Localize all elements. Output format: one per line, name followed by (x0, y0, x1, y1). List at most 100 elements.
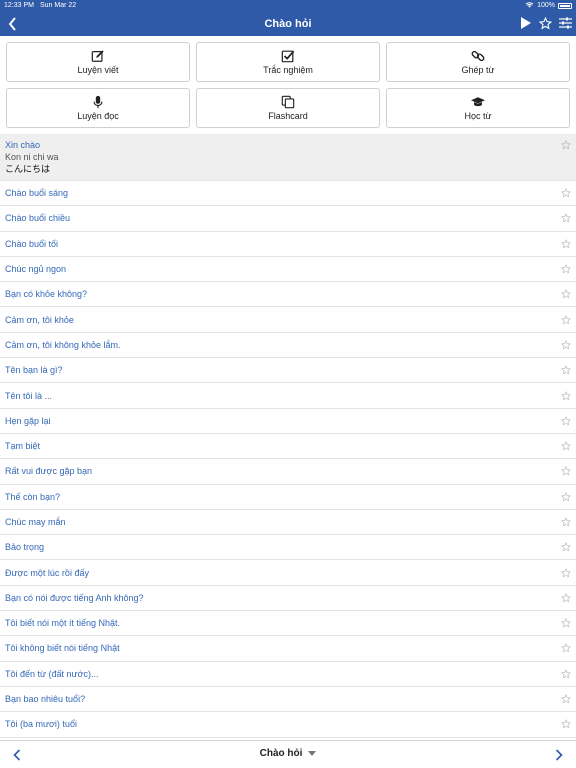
star-outline-icon[interactable] (561, 719, 571, 729)
phrase-text: Thế còn bạn? (5, 491, 61, 502)
status-time: 12:33 PM (4, 2, 34, 9)
phrase-row[interactable]: Cảm ơn, tôi khỏe (0, 307, 576, 333)
phrase-row[interactable]: Tạm biệt (0, 434, 576, 460)
phrase-text: Chào buổi sáng (5, 188, 69, 199)
phrase-row[interactable]: Tôi không biết nói tiếng Nhật (0, 636, 576, 662)
phrase-text: Tôi không biết nói tiếng Nhật (5, 643, 120, 654)
category-selector[interactable]: Chào hỏi (0, 748, 576, 759)
star-outline-icon[interactable] (561, 314, 571, 325)
phrase-text: Rất vui được gặp bạn (5, 466, 92, 477)
practice-buttons: Luyện viết Trắc nghiệm Ghép từ Luyện đọc… (6, 42, 570, 128)
flashcard-button[interactable]: Flashcard (196, 88, 380, 128)
star-outline-icon[interactable] (561, 188, 571, 198)
star-outline-icon[interactable] (561, 567, 571, 578)
phrase-text: Chúc may mắn (5, 517, 66, 527)
bottom-toolbar: Chào hỏi (0, 740, 576, 768)
status-bar: 12:33 PM Sun Mar 22 100% (0, 0, 576, 11)
phrase-row[interactable]: Thế còn bạn? (0, 485, 576, 510)
page-title: Chào hỏi (264, 17, 312, 30)
link-icon (471, 50, 485, 62)
phrase-text: Được một lúc rồi đấy (5, 567, 89, 578)
phrase-row[interactable]: Tên bạn là gì? (0, 358, 576, 384)
phrase-vietnamese: Xin chào (5, 140, 41, 150)
star-outline-icon[interactable] (561, 213, 571, 223)
wifi-icon (525, 1, 534, 10)
star-outline-icon[interactable] (561, 390, 571, 401)
phrase-text: Cảm ơn, tôi khỏe (5, 314, 74, 325)
phrase-text: Bảo trọng (5, 542, 45, 553)
status-date: Sun Mar 22 (39, 2, 77, 9)
battery-percent: 100% (537, 2, 555, 9)
star-outline-icon[interactable] (561, 289, 571, 299)
selected-phrase-row[interactable]: Xin chào Kon ni chi wa こんにちは (0, 134, 576, 181)
button-label: Học từ (464, 111, 492, 121)
caret-down-icon (308, 750, 317, 756)
phrase-text: Chào buổi tối (5, 238, 59, 249)
star-outline-icon[interactable] (561, 415, 571, 426)
phrase-text: Tôi (ba mươi) tuổi (5, 719, 77, 730)
learn-words-button[interactable]: Học từ (386, 88, 570, 128)
category-title: Chào hỏi (259, 748, 303, 759)
settings-sliders-icon[interactable] (558, 14, 572, 32)
phrase-text: Cảm ơn, tôi không khỏe lắm. (5, 339, 121, 350)
phrase-text: Tôi đến từ (đất nước)... (5, 668, 99, 679)
phrase-row[interactable]: Cảm ơn, tôi không khỏe lắm. (0, 333, 576, 359)
battery-icon (558, 2, 572, 9)
star-outline-icon[interactable] (561, 592, 571, 603)
phrase-japanese: こんにちは (5, 164, 51, 174)
phrase-row[interactable]: Chúc may mắn (0, 510, 576, 536)
phrase-text: Bạn có khỏe không? (5, 289, 88, 300)
phrase-row[interactable]: Chào buổi sáng (0, 181, 576, 207)
phrase-text: Tạm biệt (5, 441, 41, 452)
next-chevron-icon[interactable] (552, 747, 566, 763)
star-outline-icon[interactable] (561, 238, 571, 249)
star-outline-icon[interactable] (561, 365, 571, 375)
phrase-row[interactable]: Được một lúc rồi đấy (0, 560, 576, 586)
phrase-text: Bạn bao nhiêu tuổi? (5, 694, 86, 705)
star-outline-icon[interactable] (561, 694, 571, 704)
phrase-row[interactable]: Bạn có khỏe không? (0, 282, 576, 308)
phrase-text: Tôi biết nói một ít tiếng Nhật. (5, 618, 121, 629)
phrase-row[interactable]: Chúc ngủ ngon (0, 257, 576, 283)
phrase-text: Tên tôi là ... (5, 390, 53, 401)
practice-reading-button[interactable]: Luyện đọc (6, 88, 190, 128)
star-outline-icon[interactable] (561, 441, 571, 451)
phrase-romaji: Kon ni chi wa (5, 152, 59, 162)
star-outline-icon[interactable] (561, 264, 571, 274)
star-outline-icon[interactable] (561, 491, 571, 502)
phrase-text: Chúc ngủ ngon (5, 264, 67, 275)
star-outline-icon[interactable] (561, 668, 571, 679)
phrase-row[interactable]: Rất vui được gặp bạn (0, 459, 576, 485)
phrase-row[interactable]: Tôi (ba mươi) tuổi (0, 712, 576, 738)
phrase-row[interactable]: Tôi biết nói một ít tiếng Nhật. (0, 611, 576, 637)
phrase-row[interactable]: Bảo trọng (0, 535, 576, 561)
phrase-row[interactable]: Hẹn gặp lại (0, 409, 576, 434)
star-outline-icon[interactable] (561, 517, 571, 527)
phrase-text: Bạn có nói được tiếng Anh không? (5, 592, 144, 603)
star-outline-icon[interactable] (561, 466, 571, 476)
play-icon[interactable] (518, 14, 532, 32)
star-outline-icon[interactable] (561, 140, 571, 150)
star-outline-icon[interactable] (561, 339, 571, 350)
phrase-row[interactable]: Chào buổi chiều (0, 206, 576, 232)
phrase-row[interactable]: Bạn có nói được tiếng Anh không? (0, 586, 576, 612)
star-outline-icon[interactable] (561, 618, 571, 628)
phrase-row[interactable]: Tên tôi là ... (0, 383, 576, 409)
button-label: Luyện viết (77, 65, 119, 75)
phrase-row[interactable]: Chào buổi tối (0, 232, 576, 257)
quiz-button[interactable]: Trắc nghiệm (196, 42, 380, 82)
button-label: Ghép từ (461, 65, 495, 75)
star-outline-icon[interactable] (538, 14, 552, 32)
practice-writing-button[interactable]: Luyện viết (6, 42, 190, 82)
phrase-text: Tên bạn là gì? (5, 365, 63, 376)
button-label: Trắc nghiệm (263, 65, 313, 75)
star-outline-icon[interactable] (561, 643, 571, 653)
phrase-row[interactable]: Tôi đến từ (đất nước)... (0, 662, 576, 687)
phrase-list: Xin chào Kon ni chi wa こんにちは Chào buổi s… (0, 134, 576, 738)
copy-icon (281, 95, 295, 109)
button-label: Luyện đọc (77, 111, 119, 121)
phrase-row[interactable]: Bạn bao nhiêu tuổi? (0, 687, 576, 713)
checkbox-icon (281, 50, 295, 63)
star-outline-icon[interactable] (561, 542, 571, 552)
match-words-button[interactable]: Ghép từ (386, 42, 570, 82)
